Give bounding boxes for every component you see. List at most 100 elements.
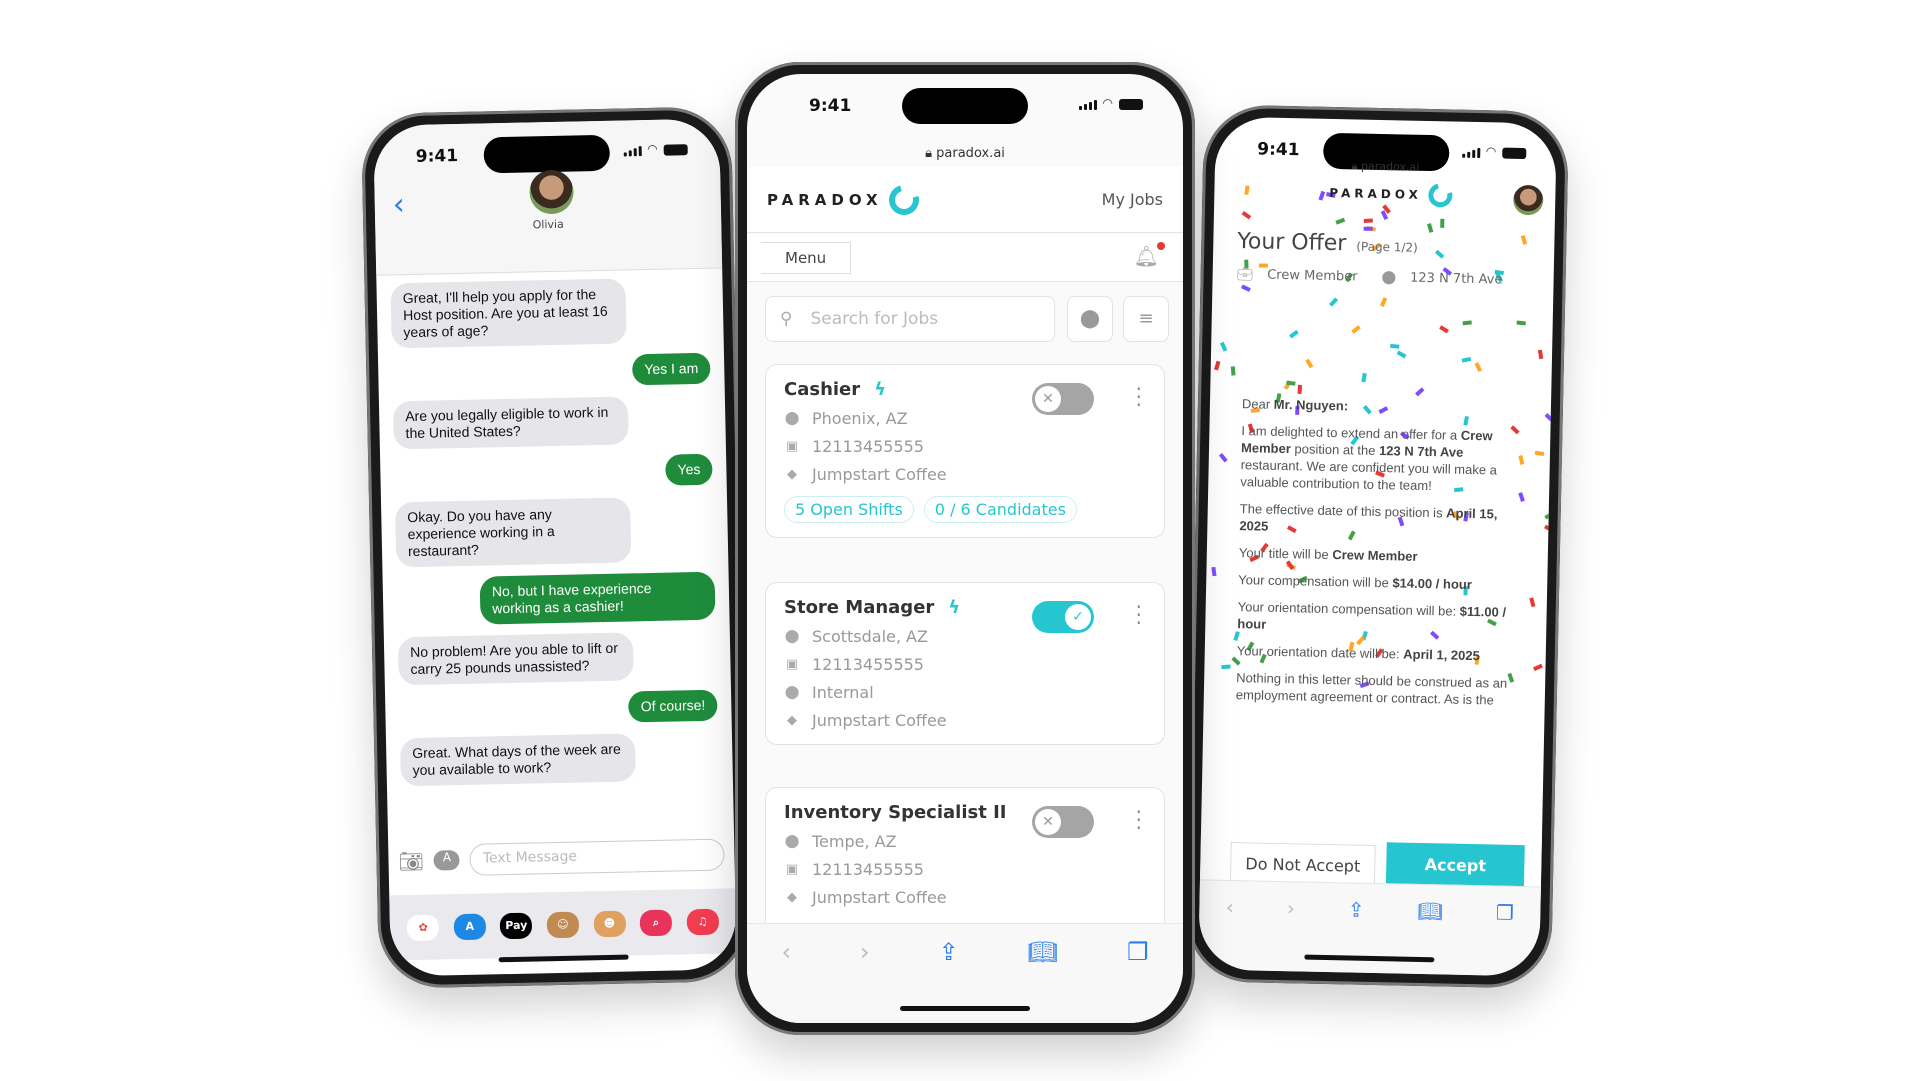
wifi-icon: ◠: [1102, 96, 1113, 110]
job-card[interactable]: Cashier ϟ ✕ · · · ⬤ Phoenix, AZ ▣ 12113455555…: [765, 364, 1165, 538]
confetti: [1211, 117, 1557, 688]
back-icon[interactable]: ‹: [781, 938, 791, 1023]
x-icon: ✕: [1035, 386, 1061, 412]
job-title[interactable]: Inventory Specialist II: [784, 802, 1006, 823]
app-store-icon[interactable]: A: [433, 850, 461, 871]
music-icon[interactable]: ♫: [686, 908, 719, 935]
id-badge-icon: ▣: [785, 657, 799, 672]
job-title[interactable]: Cashier: [784, 379, 860, 400]
lock-icon: 🔒︎: [925, 146, 937, 161]
notification-dot: [1157, 242, 1165, 250]
app-strip: ✿ A Pay ☺ ☻ ⌕ ♫: [389, 888, 737, 961]
confetti-piece: [1439, 218, 1444, 228]
apple-pay-icon[interactable]: Pay: [500, 912, 533, 939]
more-options-icon[interactable]: · · ·: [1136, 597, 1142, 633]
bookmarks-icon[interactable]: 📖︎: [1416, 899, 1443, 975]
tabs-icon[interactable]: ❐: [1127, 938, 1149, 1023]
confetti-piece: [1462, 320, 1472, 326]
jobs-screen: 9:41 ◠ 🔒︎ paradox.ai PARADOX My Jobs Men…: [747, 74, 1183, 1023]
my-jobs-link[interactable]: My Jobs: [1102, 190, 1163, 209]
confetti-piece: [1318, 191, 1326, 202]
lightning-icon: ϟ: [874, 379, 887, 400]
candidates-badge[interactable]: 0 / 6 Candidates: [923, 496, 1077, 523]
more-options-icon[interactable]: · · ·: [1136, 802, 1142, 838]
location-pin-icon: ⬤: [784, 629, 800, 644]
lock-icon: 🔒︎: [1351, 159, 1362, 173]
location-pin-button[interactable]: ⬤: [1067, 296, 1113, 342]
paradox-logo[interactable]: PARADOX: [1329, 178, 1457, 212]
confetti-piece: [1390, 343, 1400, 349]
wifi-icon: ◠: [1485, 144, 1497, 159]
filter-button[interactable]: ≡: [1123, 296, 1169, 342]
open-shifts-badge[interactable]: 5 Open Shifts: [784, 496, 914, 523]
message-list: Great, I'll help you apply for the Host …: [390, 277, 718, 787]
confetti-piece: [1461, 356, 1472, 363]
job-id: 12113455555: [812, 655, 924, 674]
offer-letter: Dear Mr. Nguyen: I am delighted to exten…: [1215, 395, 1539, 720]
messages-screen: 9:41 ◠ ‹ Olivia Great, I'll help you app…: [373, 118, 737, 977]
confetti-piece: [1214, 360, 1221, 371]
check-icon: ✓: [1065, 604, 1091, 630]
job-title[interactable]: Store Manager: [784, 597, 934, 618]
x-icon: ✕: [1035, 809, 1061, 835]
dynamic-island: [902, 88, 1028, 124]
tag-icon: ◆: [787, 713, 797, 728]
confetti-piece: [1289, 329, 1300, 339]
text-message-input[interactable]: Text Message: [469, 838, 725, 876]
incoming-message: Are you legally eligible to work in the …: [392, 396, 629, 450]
memoji-icon[interactable]: ☺: [546, 911, 580, 938]
letter-paragraph: Your title will be Crew Member: [1238, 545, 1418, 564]
chevron-left-icon[interactable]: ‹: [392, 187, 405, 222]
back-icon[interactable]: ‹: [1225, 895, 1235, 970]
internal-pin-icon: ⬤: [784, 685, 800, 700]
address-bar[interactable]: 🔒︎ paradox.ai: [1215, 157, 1556, 178]
job-active-toggle[interactable]: ✕: [1032, 806, 1094, 838]
confetti-piece: [1297, 384, 1303, 394]
job-active-toggle[interactable]: ✓: [1032, 601, 1094, 633]
confetti-piece: [1396, 350, 1407, 359]
id-badge-icon: ▣: [785, 439, 799, 454]
tabs-icon[interactable]: ❐: [1495, 901, 1514, 976]
stickers-icon[interactable]: ☻: [593, 910, 626, 937]
address-bar[interactable]: 🔒︎ paradox.ai: [747, 146, 1183, 161]
confetti-piece: [1211, 567, 1217, 577]
outgoing-message: No, but I have experience working as a c…: [479, 571, 716, 625]
confetti-piece: [1363, 226, 1373, 231]
signal-icon: [1078, 100, 1097, 110]
forward-icon[interactable]: ›: [1286, 896, 1296, 971]
brand-text: PARADOX: [1329, 185, 1423, 202]
incoming-message: Great. What days of the week are you ava…: [399, 733, 636, 787]
photos-app-icon[interactable]: ✿: [406, 914, 440, 941]
accept-button[interactable]: Accept: [1385, 842, 1525, 888]
outgoing-message: Of course!: [628, 689, 718, 723]
messages-phone: 9:41 ◠ ‹ Olivia Great, I'll help you app…: [360, 106, 750, 989]
paradox-logo[interactable]: PARADOX: [767, 179, 925, 220]
share-icon[interactable]: ⇪: [1346, 897, 1365, 972]
search-images-icon[interactable]: ⌕: [639, 909, 673, 936]
confetti-piece: [1335, 217, 1346, 225]
job-active-toggle[interactable]: ✕: [1032, 383, 1094, 415]
camera-icon[interactable]: 📷︎: [398, 849, 424, 874]
forward-icon[interactable]: ›: [860, 938, 870, 1023]
more-options-icon[interactable]: · · ·: [1136, 379, 1142, 415]
status-icons: ◠: [1078, 96, 1143, 110]
paradox-ring-icon: [1423, 178, 1457, 212]
menu-button[interactable]: Menu: [761, 242, 851, 274]
lightning-icon: ϟ: [948, 597, 961, 618]
user-avatar[interactable]: [1512, 184, 1544, 216]
offer-meta: 💼︎ Crew Member ⬤ 123 N 7th Ave: [1237, 267, 1503, 288]
confetti-piece: [1305, 359, 1314, 369]
bell-icon[interactable]: 🔔︎: [1134, 242, 1165, 268]
confetti-piece: [1350, 325, 1361, 334]
offer-title-row: Your Offer (Page 1/2): [1237, 229, 1418, 258]
confetti-piece: [1241, 210, 1252, 219]
search-input[interactable]: ⚲ Search for Jobs: [765, 296, 1055, 342]
job-company: Jumpstart Coffee: [812, 465, 947, 484]
app-store-app-icon[interactable]: A: [453, 913, 487, 940]
confetti-piece: [1380, 296, 1388, 307]
job-location: Scottsdale, AZ: [812, 627, 928, 646]
job-card[interactable]: Store Manager ϟ ✓ · · · ⬤ Scottsdale, AZ ▣ 12…: [765, 582, 1165, 745]
letter-paragraph: Your orientation date will be: April 1, …: [1236, 643, 1480, 664]
bookmarks-icon[interactable]: 📖︎: [1028, 938, 1058, 1023]
confetti-piece: [1543, 524, 1554, 533]
